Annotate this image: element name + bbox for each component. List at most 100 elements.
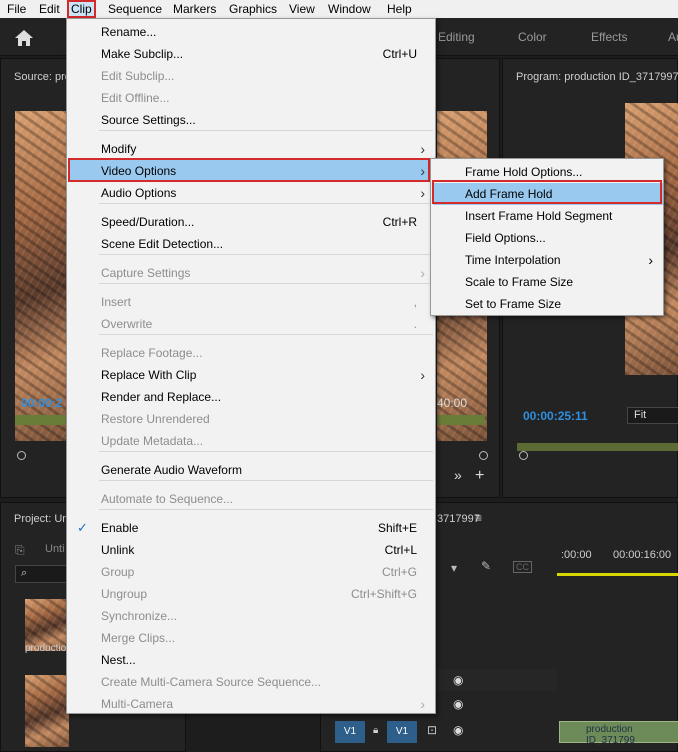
tab-audio[interactable]: Au [668, 30, 678, 44]
clip-menu-item[interactable]: Speed/Duration... Ctrl+R [69, 211, 435, 233]
menu-item-label: Generate Audio Waveform [101, 463, 242, 477]
video-option-item[interactable]: Time Interpolation › [433, 249, 663, 271]
tab-color[interactable]: Color [518, 30, 547, 44]
marker-icon[interactable]: ▾ [451, 561, 457, 575]
more-controls-icon[interactable]: » [454, 467, 462, 483]
menu-item-label: Ungroup [101, 587, 148, 601]
add-button-icon[interactable]: + [475, 467, 484, 485]
fit-dropdown[interactable]: Fit [627, 407, 678, 424]
video-option-item[interactable]: Set to Frame Size [433, 293, 663, 315]
clip-menu-item[interactable]: Make Subclip... Ctrl+U [69, 43, 435, 65]
clip-menu-item: Group Ctrl+G [69, 561, 435, 583]
ruler-mark: 00:00:16:00 [613, 549, 672, 561]
menu-window[interactable]: Window [324, 0, 375, 18]
menu-edit[interactable]: Edit [35, 0, 64, 18]
track-target-v1[interactable]: V1 [387, 721, 417, 743]
menu-item-label: Enable [101, 521, 139, 535]
clip-menu-item[interactable]: Nest... [69, 649, 435, 671]
panel-menu-icon[interactable]: ≡ [475, 511, 482, 525]
menu-graphics[interactable]: Graphics [225, 0, 281, 18]
menu-item-label: Insert [101, 295, 132, 309]
submenu-arrow-icon: › [420, 141, 425, 157]
menu-file[interactable]: File [3, 0, 30, 18]
timeline-clip-name: production ID_371799 [586, 724, 635, 746]
menu-item-label: Replace Footage... [101, 346, 203, 360]
source-playhead[interactable] [17, 451, 26, 460]
clip-menu-item[interactable]: Replace With Clip › [69, 364, 435, 386]
clip-menu-item[interactable]: Rename... [69, 21, 435, 43]
tab-effects[interactable]: Effects [591, 30, 627, 44]
clip-menu-item[interactable]: Render and Replace... [69, 386, 435, 408]
clip-menu-item: Capture Settings › [69, 262, 435, 284]
video-option-item[interactable]: Insert Frame Hold Segment [433, 205, 663, 227]
menu-item-label: Overwrite [101, 317, 153, 331]
clip-menu: Rename... Make Subclip... Ctrl+U Edit Subcl… [66, 18, 436, 714]
program-in-out-bar[interactable] [517, 443, 678, 451]
checkmark-icon: ✓ [77, 520, 88, 535]
home-icon[interactable] [12, 27, 36, 49]
add-frame-hold-annotation [432, 180, 662, 204]
source-patch-v1[interactable]: V1 [335, 721, 365, 743]
clip-menu-item: Restore Unrendered [69, 408, 435, 430]
eye-icon-3[interactable]: ◉ [453, 723, 463, 737]
clip-menu-item: Automate to Sequence... [69, 488, 435, 510]
eye-icon[interactable]: ◉ [453, 673, 463, 687]
clip-menu-item: Merge Clips... [69, 627, 435, 649]
menu-markers[interactable]: Markers [169, 0, 220, 18]
menu-item-label: Multi-Camera [101, 697, 174, 711]
menu-item-label: Edit Subclip... [101, 69, 175, 83]
clip-menu-item[interactable]: Source Settings... [69, 109, 435, 131]
source-video-frame [15, 111, 67, 441]
menu-item-label: Merge Clips... [101, 631, 176, 645]
clip-menu-item[interactable]: Enable Shift+E ✓ [69, 517, 435, 539]
menu-item-label: Replace With Clip [101, 368, 197, 382]
eye-icon-2[interactable]: ◉ [453, 697, 463, 711]
clip-menu-item: Update Metadata... [69, 430, 435, 452]
clip-menu-item[interactable]: Modify › [69, 138, 435, 160]
menu-item-label: Modify [101, 142, 137, 156]
clip-menu-item[interactable]: Scene Edit Detection... [69, 233, 435, 255]
sync-lock-icon[interactable]: ⊡ [427, 723, 437, 737]
search-icon: ⌕ [21, 567, 28, 579]
menu-item-label: Frame Hold Options... [465, 165, 583, 179]
menu-item-shortcut: Shift+E [377, 521, 417, 535]
clip-menu-item: Edit Offline... [69, 87, 435, 109]
menu-item-label: Restore Unrendered [101, 412, 210, 426]
menu-item-label: Automate to Sequence... [101, 492, 234, 506]
video-option-item[interactable]: Scale to Frame Size [433, 271, 663, 293]
folder-up-icon[interactable]: ⎘ [15, 543, 25, 558]
source-in-out-bar[interactable] [15, 415, 67, 425]
menu-clip[interactable]: Clip [67, 0, 96, 18]
menu-view[interactable]: View [285, 0, 319, 18]
menu-help[interactable]: Help [383, 0, 416, 18]
clip-menu-item[interactable]: Unlink Ctrl+L [69, 539, 435, 561]
menu-item-label: Field Options... [465, 231, 546, 245]
ruler-start: :00:00 [561, 549, 592, 561]
clip-menu-item[interactable]: Audio Options › [69, 182, 435, 204]
menu-sequence[interactable]: Sequence [104, 0, 166, 18]
menu-item-label: Scale to Frame Size [465, 275, 574, 289]
program-title: Program: production ID_3717997 [516, 71, 678, 83]
lock-icon[interactable]: 🔒︎ [373, 725, 378, 736]
submenu-arrow-icon: › [420, 367, 425, 383]
menu-separator [99, 130, 433, 131]
captions-icon[interactable]: CC [513, 561, 532, 573]
clip-menu-item: Ungroup Ctrl+Shift+G [69, 583, 435, 605]
menu-item-shortcut: Ctrl+Shift+G [350, 587, 417, 601]
menu-item-label: Audio Options [101, 186, 177, 200]
clip-thumbnail-2[interactable] [25, 675, 69, 747]
menu-item-label: Speed/Duration... [101, 215, 195, 229]
clip-menu-item[interactable]: Generate Audio Waveform [69, 459, 435, 481]
source-in-out-bar-right[interactable] [437, 415, 485, 425]
menu-item-label: Nest... [101, 653, 136, 667]
wrench-icon[interactable]: ✎ [481, 559, 491, 573]
program-playhead[interactable] [519, 451, 528, 460]
timeline-clip[interactable]: production ID_371799 [559, 721, 678, 746]
work-area-bar[interactable] [557, 573, 678, 576]
menu-item-label: Render and Replace... [101, 390, 222, 404]
source-zoom-handle[interactable] [479, 451, 488, 460]
menu-item-label: Update Metadata... [101, 434, 204, 448]
tab-editing[interactable]: Editing [438, 30, 475, 44]
video-option-item[interactable]: Field Options... [433, 227, 663, 249]
menu-separator [99, 254, 433, 255]
